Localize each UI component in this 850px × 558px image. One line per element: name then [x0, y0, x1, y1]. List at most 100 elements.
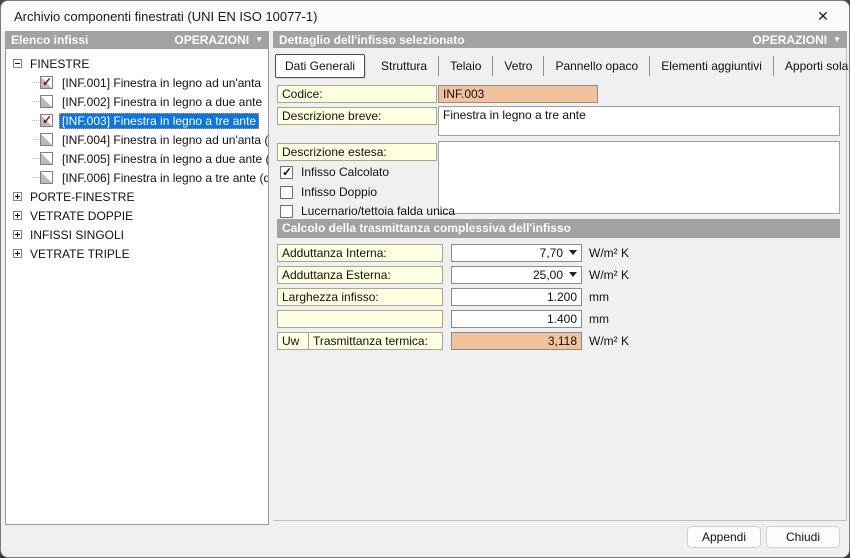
- descrizione-estesa-field[interactable]: [438, 141, 840, 214]
- tree-item-label: [INF.004] Finestra in legno ad un'anta (…: [59, 132, 268, 148]
- title-bar: Archivio componenti finestrati (UNI EN I…: [1, 1, 849, 31]
- adduttanza-esterna-row: Adduttanza Esterna: 25,00 W/m² K: [277, 266, 840, 284]
- tab-elementi-aggiuntivi[interactable]: Elementi aggiuntivi: [650, 56, 774, 76]
- adduttanza-interna-label: Adduttanza Interna:: [277, 244, 443, 262]
- tree-panel: FINESTRE [INF.001] Finestra in legno ad …: [5, 48, 269, 525]
- altezza-infisso-row: 1.400 mm: [277, 310, 840, 328]
- descrizione-breve-field[interactable]: Finestra in legno a tre ante: [438, 106, 840, 136]
- tree-item-checkbox[interactable]: [40, 114, 53, 127]
- trasmittanza-termica-value: 3,118: [451, 332, 582, 350]
- descrizione-estesa-label: Descrizione estesa:: [277, 143, 437, 161]
- tree-node-infissi-singoli[interactable]: INFISSI SINGOLI: [6, 225, 268, 244]
- right-operations-menu[interactable]: OPERAZIONI ▼: [752, 33, 841, 47]
- left-operations-label: OPERAZIONI: [174, 33, 249, 47]
- tree-node-label: PORTE-FINESTRE: [27, 189, 137, 205]
- expand-icon[interactable]: [13, 192, 22, 201]
- tab-apporti-solari[interactable]: Apporti solari: [774, 56, 850, 76]
- codice-field[interactable]: INF.003: [438, 85, 598, 103]
- left-panel-title: Elenco infissi: [11, 33, 88, 47]
- unit-label: mm: [589, 288, 609, 306]
- appendi-button[interactable]: Appendi: [687, 526, 761, 548]
- checkbox-label: Infisso Calcolato: [301, 165, 389, 179]
- chiudi-button[interactable]: Chiudi: [766, 526, 840, 548]
- tree-node-label: FINESTRE: [27, 56, 92, 72]
- tree-node-label: VETRATE DOPPIE: [27, 208, 136, 224]
- right-panel-header: Dettaglio dell'infisso selezionato OPERA…: [273, 31, 847, 48]
- close-icon[interactable]: ✕: [813, 7, 833, 25]
- tree-node-finestre[interactable]: FINESTRE: [6, 54, 268, 73]
- infisso-doppio-option[interactable]: Infisso Doppio: [280, 185, 377, 199]
- trasmittanza-termica-row: Uw Trasmittanza termica: 3,118 W/m² K: [277, 332, 840, 350]
- tree-node-vetrate-doppie[interactable]: VETRATE DOPPIE: [6, 206, 268, 225]
- detail-panel: Dati Generali Struttura Telaio Vetro Pan…: [273, 48, 847, 521]
- expand-icon[interactable]: [13, 211, 22, 220]
- tree-item-checkbox[interactable]: [40, 152, 53, 165]
- unit-label: W/m² K: [589, 332, 629, 350]
- left-operations-menu[interactable]: OPERAZIONI ▼: [174, 33, 263, 47]
- dialog-window: Archivio componenti finestrati (UNI EN I…: [0, 0, 850, 558]
- codice-label: Codice:: [277, 85, 437, 103]
- tree-item-inf005[interactable]: [INF.005] Finestra in legno a due ante (…: [6, 149, 268, 168]
- adduttanza-esterna-value: 25,00: [533, 268, 563, 282]
- trasmittanza-termica-label: Trasmittanza termica:: [308, 332, 443, 350]
- tree-node-porte-finestre[interactable]: PORTE-FINESTRE: [6, 187, 268, 206]
- tree-item-label: [INF.005] Finestra in legno a due ante (…: [59, 151, 268, 167]
- tree-item-inf006[interactable]: [INF.006] Finestra in legno a tre ante (…: [6, 168, 268, 187]
- tree-item-inf002[interactable]: [INF.002] Finestra in legno a due ante: [6, 92, 268, 111]
- tab-strip: Dati Generali Struttura Telaio Vetro Pan…: [275, 53, 842, 79]
- tree-node-label: INFISSI SINGOLI: [27, 227, 127, 243]
- unit-label: mm: [589, 310, 609, 328]
- lucernario-checkbox[interactable]: [280, 205, 293, 218]
- uw-symbol-label: Uw: [277, 332, 308, 350]
- adduttanza-esterna-label: Adduttanza Esterna:: [277, 266, 443, 284]
- tree-item-inf004[interactable]: [INF.004] Finestra in legno ad un'anta (…: [6, 130, 268, 149]
- expand-icon[interactable]: [13, 249, 22, 258]
- infisso-calcolato-option[interactable]: Infisso Calcolato: [280, 165, 389, 179]
- larghezza-infisso-input[interactable]: 1.200: [451, 288, 582, 306]
- checkbox-label: Lucernario/tettoia falda unica: [301, 204, 455, 218]
- adduttanza-esterna-dropdown[interactable]: 25,00: [451, 266, 582, 284]
- checkbox-label: Infisso Doppio: [301, 185, 377, 199]
- tree-item-label: [INF.006] Finestra in legno a tre ante (…: [59, 170, 268, 186]
- collapse-icon[interactable]: [13, 59, 22, 68]
- right-operations-label: OPERAZIONI: [752, 33, 827, 47]
- larghezza-infisso-row: Larghezza infisso: 1.200 mm: [277, 288, 840, 306]
- chevron-down-icon: ▼: [833, 35, 841, 44]
- tree-node-vetrate-triple[interactable]: VETRATE TRIPLE: [6, 244, 268, 263]
- descrizione-breve-label: Descrizione breve:: [277, 107, 437, 125]
- infisso-calcolato-checkbox[interactable]: [280, 166, 293, 179]
- chevron-down-icon: [569, 272, 577, 277]
- unit-label: W/m² K: [589, 266, 629, 284]
- tree-item-inf003[interactable]: [INF.003] Finestra in legno a tre ante: [6, 111, 268, 130]
- tab-telaio[interactable]: Telaio: [439, 56, 493, 76]
- tree-item-checkbox[interactable]: [40, 95, 53, 108]
- tree-item-checkbox[interactable]: [40, 171, 53, 184]
- tree-node-label: VETRATE TRIPLE: [27, 246, 133, 262]
- tab-struttura[interactable]: Struttura: [370, 56, 439, 76]
- unit-label: W/m² K: [589, 244, 629, 262]
- left-panel-header: Elenco infissi OPERAZIONI ▼: [5, 31, 269, 48]
- adduttanza-interna-value: 7,70: [540, 246, 563, 260]
- larghezza-infisso-label: Larghezza infisso:: [277, 288, 443, 306]
- lucernario-option[interactable]: Lucernario/tettoia falda unica: [280, 204, 455, 218]
- tree-item-label: [INF.001] Finestra in legno ad un'anta: [59, 75, 264, 91]
- transmittance-section-header: Calcolo della trasmittanza complessiva d…: [277, 219, 840, 238]
- infisso-doppio-checkbox[interactable]: [280, 186, 293, 199]
- altezza-infisso-input[interactable]: 1.400: [451, 310, 582, 328]
- expand-icon[interactable]: [13, 230, 22, 239]
- tree-item-checkbox[interactable]: [40, 133, 53, 146]
- chevron-down-icon: ▼: [255, 35, 263, 44]
- tree-item-inf001[interactable]: [INF.001] Finestra in legno ad un'anta: [6, 73, 268, 92]
- tab-dati-generali[interactable]: Dati Generali: [275, 54, 365, 78]
- altezza-infisso-label: [277, 310, 443, 328]
- adduttanza-interna-dropdown[interactable]: 7,70: [451, 244, 582, 262]
- tab-vetro[interactable]: Vetro: [493, 56, 544, 76]
- right-panel-title: Dettaglio dell'infisso selezionato: [279, 33, 465, 47]
- adduttanza-interna-row: Adduttanza Interna: 7,70 W/m² K: [277, 244, 840, 262]
- window-title: Archivio componenti finestrati (UNI EN I…: [14, 9, 317, 24]
- tree-item-label: [INF.002] Finestra in legno a due ante: [59, 94, 265, 110]
- chevron-down-icon: [569, 250, 577, 255]
- tree-item-checkbox[interactable]: [40, 76, 53, 89]
- transmittance-rows: Adduttanza Interna: 7,70 W/m² K Adduttan…: [277, 244, 840, 354]
- tab-pannello-opaco[interactable]: Pannello opaco: [544, 56, 650, 76]
